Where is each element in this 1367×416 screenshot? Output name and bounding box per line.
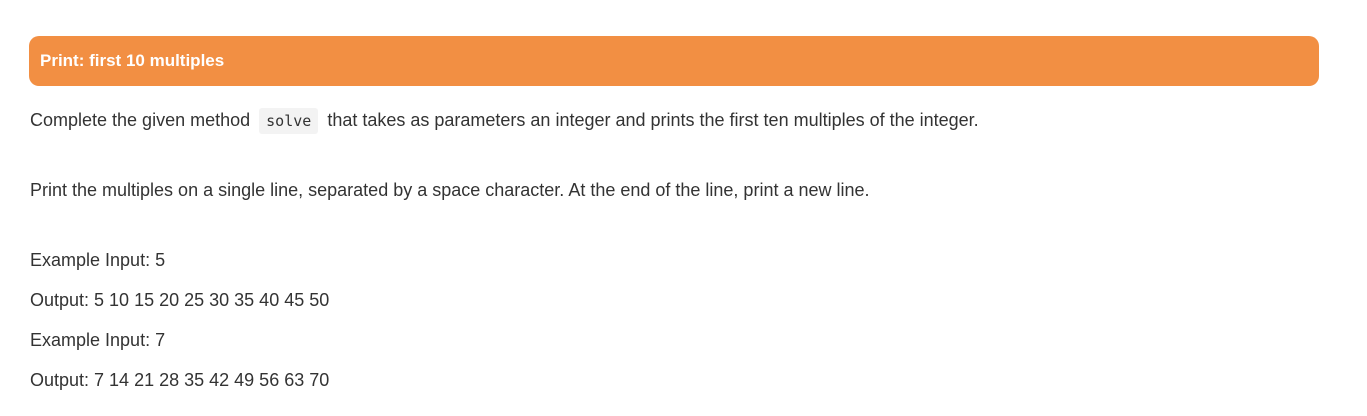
method-name-code: solve (259, 108, 319, 134)
example-input-2: Example Input: 7 (30, 330, 166, 350)
description-line-1: Complete the given method solve that tak… (30, 107, 979, 134)
description-line-2: Print the multiples on a single line, se… (30, 180, 870, 200)
description-text-start: Complete the given method (30, 110, 251, 130)
problem-header: Print: first 10 multiples (29, 36, 1319, 86)
description-text-end: that takes as parameters an integer and … (327, 110, 979, 130)
example-output-1: Output: 5 10 15 20 25 30 35 40 45 50 (30, 290, 330, 310)
example-output-2: Output: 7 14 21 28 35 42 49 56 63 70 (30, 370, 330, 390)
example-input-1: Example Input: 5 (30, 250, 166, 270)
problem-title: Print: first 10 multiples (40, 51, 225, 70)
